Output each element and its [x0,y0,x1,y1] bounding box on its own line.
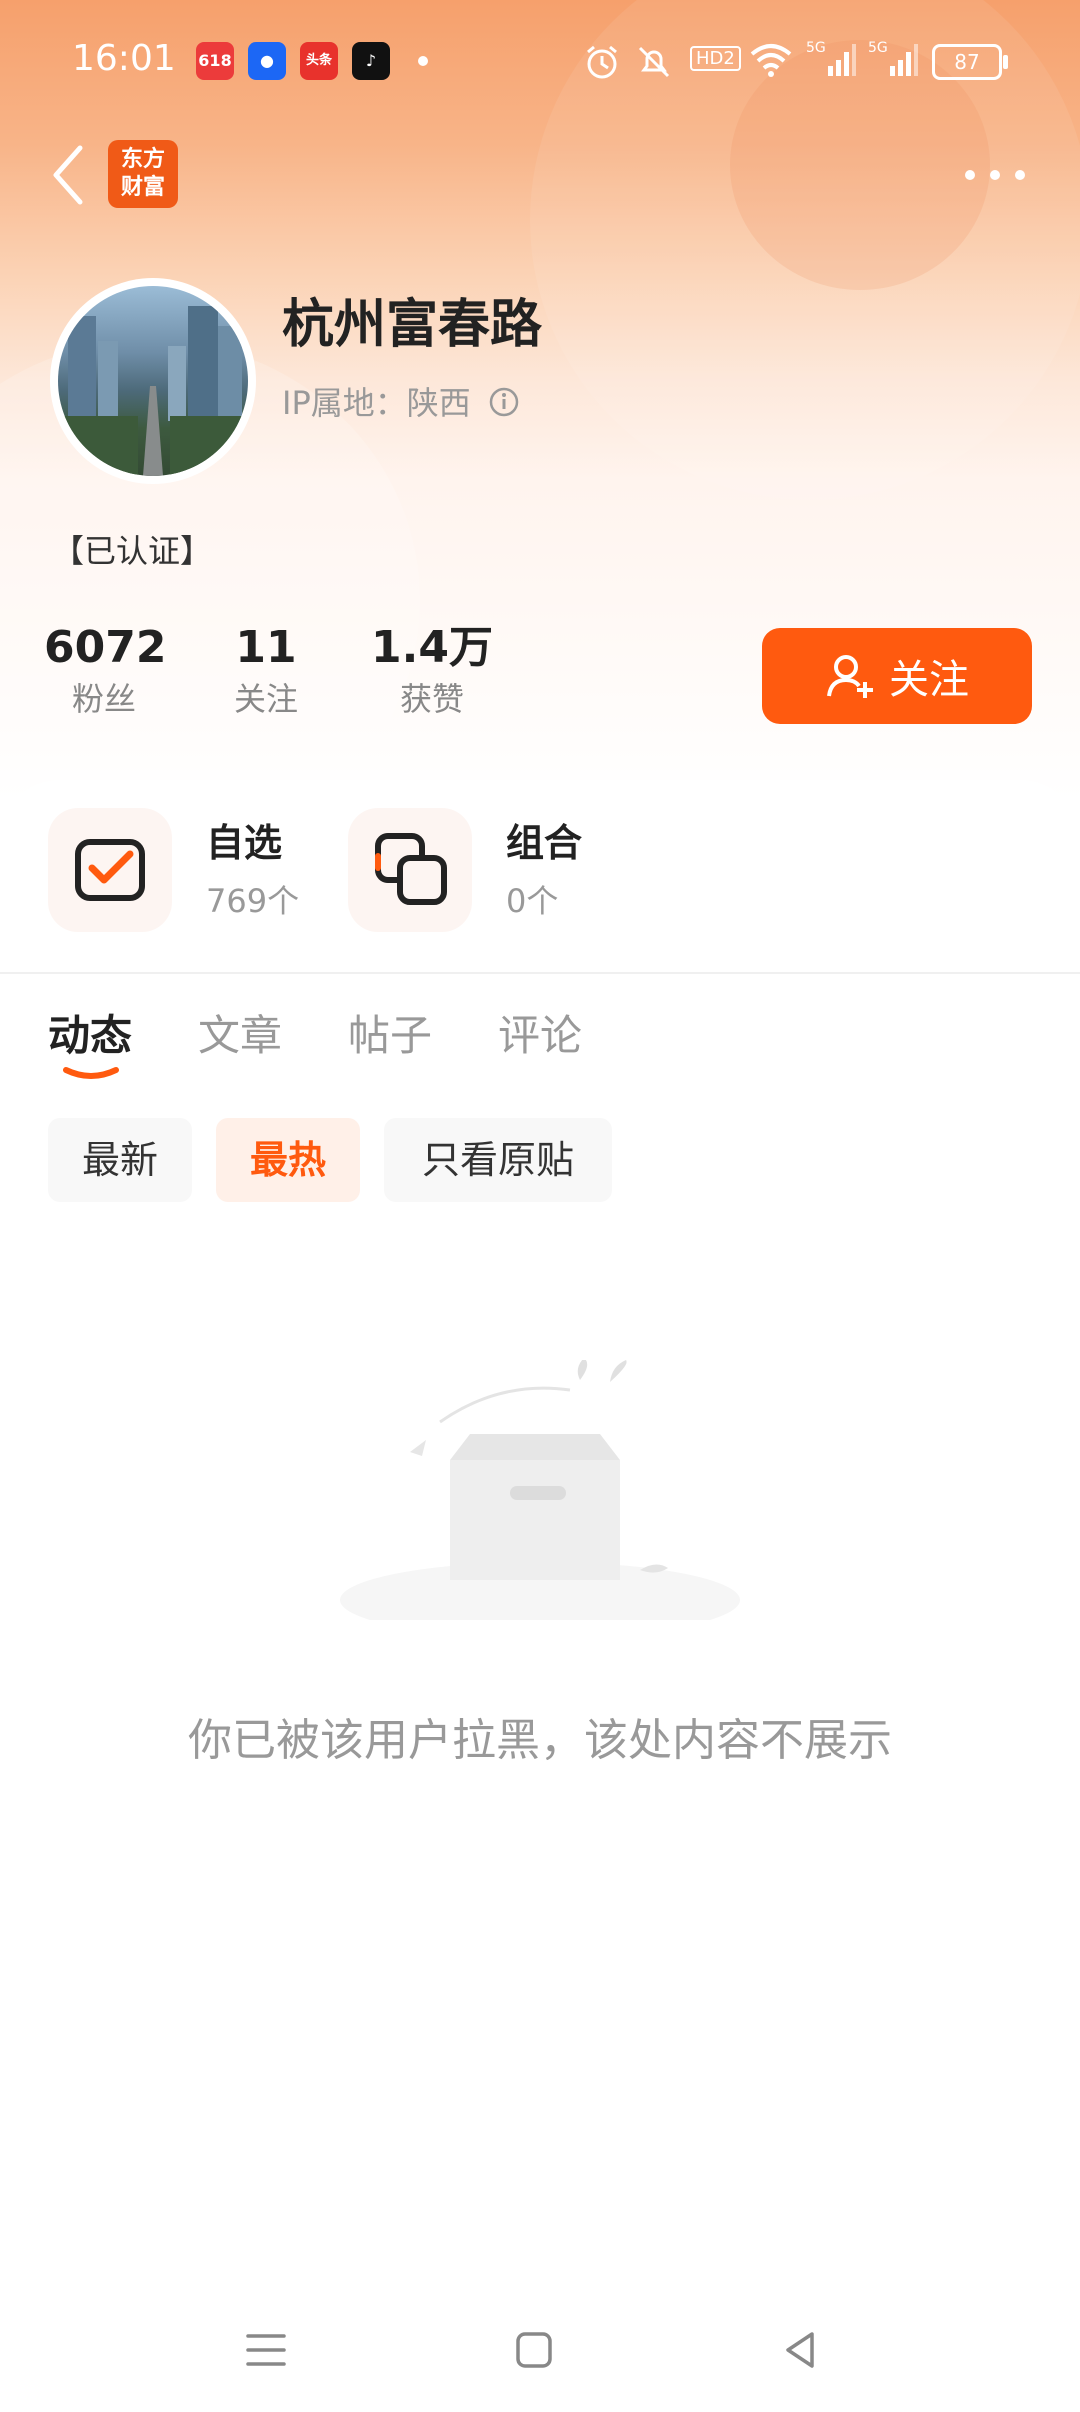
avatar[interactable] [50,278,256,484]
app-badge-toutiao: 头条 [300,42,338,80]
app-badge-tiktok: ♪ [352,42,390,80]
active-tab-indicator [63,1067,119,1079]
follow-label: 关注 [889,657,969,703]
stat-value: 1.4万 [371,622,493,673]
verified-tag: 【已认证】 [52,532,213,570]
svg-text:5G: 5G [806,40,826,56]
signal-5g-icon: 5G [868,40,918,76]
signal-5g-icon: 5G [806,40,856,76]
portfolio-count: 0个 [506,882,559,920]
logo-text: 东方 [120,147,165,172]
watchlist-entry[interactable] [48,808,172,932]
username: 杭州富春路 [282,295,543,355]
mute-icon [638,46,670,78]
portfolio-entry[interactable] [348,808,472,932]
stat-label: 关注 [233,680,298,718]
hd-icon: HD2 [690,46,741,71]
svg-text:5G: 5G [868,40,888,56]
logo-text: 财富 [120,175,165,200]
stat-likes[interactable]: 1.4万 获赞 [360,620,504,722]
watchlist-title: 自选 [206,821,283,865]
portfolio-icon [375,833,447,905]
portfolio-title: 组合 [506,821,583,865]
tab-comments[interactable]: 评论 [498,1002,582,1063]
tab-articles[interactable]: 文章 [198,1002,282,1063]
wifi-icon [750,44,792,77]
stat-fans[interactable]: 6072 粉丝 [44,620,167,722]
status-time: 16:01 [72,38,176,79]
alarm-icon [587,45,617,79]
app-logo: 东方 财富 [108,140,178,208]
empty-message: 你已被该用户拉黑，该处内容不展示 [188,1715,892,1766]
menu-icon[interactable] [236,2320,296,2380]
stat-label: 获赞 [399,680,464,718]
stat-following[interactable]: 11 关注 [216,620,316,722]
empty-box-icon [340,1360,740,1620]
back-button[interactable] [44,140,94,210]
add-user-icon [827,655,873,698]
battery-indicator: 87 [932,44,1008,80]
tab-posts[interactable]: 帖子 [348,1002,432,1063]
stat-label: 粉丝 [71,680,136,718]
status-bar: 16:01 618 ● 头条 ♪ HD2 5G 5G 87 [0,0,1080,120]
watchlist-count: 769个 [206,882,300,920]
filter-hottest[interactable]: 最热 [216,1118,360,1202]
app-badge-618: 618 [196,42,234,80]
checkbox-icon [75,839,145,901]
stat-value: 6072 [44,622,167,673]
app-badge-circle: ● [248,42,286,80]
home-icon[interactable] [504,2320,564,2380]
filter-latest[interactable]: 最新 [48,1118,192,1202]
tab-dynamic[interactable]: 动态 [48,1002,132,1063]
notification-dot [418,56,428,66]
ip-location: IP属地：陕西 [282,384,471,422]
follow-button[interactable]: 关注 [762,628,1032,724]
more-options-button[interactable] [960,150,1030,200]
filter-original-only[interactable]: 只看原贴 [384,1118,612,1202]
stat-value: 11 [235,622,297,673]
back-nav-icon[interactable] [770,2320,830,2380]
profile-screen: 16:01 618 ● 头条 ♪ HD2 5G 5G 87 东方 财富 杭州富春… [0,0,1080,2412]
divider [0,972,1080,974]
info-icon[interactable] [488,386,520,418]
